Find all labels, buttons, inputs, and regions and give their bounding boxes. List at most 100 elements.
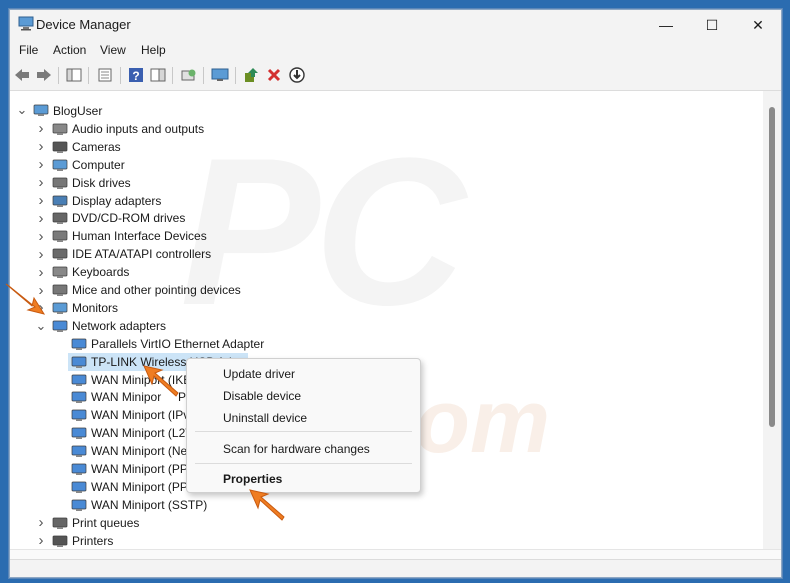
print-queue-icon (52, 517, 68, 529)
monitor-button[interactable] (211, 66, 229, 84)
menu-action[interactable]: Action (53, 43, 86, 57)
status-bar (10, 559, 781, 577)
action-pane-icon (150, 68, 166, 82)
network-adapter-icon (71, 481, 87, 493)
close-button[interactable]: ✕ (735, 10, 781, 40)
update-driver-button[interactable] (242, 66, 260, 84)
category-chevron[interactable]: › (36, 156, 46, 174)
forward-button[interactable] (35, 66, 53, 84)
uninstall-icon (267, 68, 281, 82)
network-adapter-icon (71, 338, 87, 350)
menu-update-driver[interactable]: Update driver (223, 367, 295, 381)
network-adapter-icon (71, 445, 87, 458)
category-chevron[interactable]: › (36, 227, 46, 245)
network-adapter-icon (52, 320, 68, 332)
menu-uninstall-device[interactable]: Uninstall device (223, 411, 307, 425)
toolbar-separator (203, 67, 204, 84)
network-adapter-item[interactable]: Parallels VirtIO Ethernet Adapter (91, 335, 264, 353)
annotation-arrow-tplink (143, 365, 179, 397)
menu-file[interactable]: File (19, 43, 38, 57)
root-collapse-chevron[interactable]: ⌄ (17, 101, 28, 119)
minimize-button[interactable]: — (643, 10, 689, 40)
network-adapter-item[interactable]: WAN Miniport (PP (91, 460, 188, 478)
properties-button[interactable] (96, 66, 114, 84)
keyboard-icon (52, 266, 68, 279)
toolbar: ? (10, 62, 781, 91)
toolbar-separator (120, 67, 121, 84)
category-print-queues[interactable]: Print queues (72, 514, 139, 532)
monitor-icon (211, 68, 229, 81)
menu-bar: File Action View Help (10, 40, 781, 62)
network-adapter-item[interactable]: WAN Miniport (Ne (91, 442, 187, 460)
network-adapter-item[interactable]: WAN Miniport (IPv (91, 406, 189, 424)
network-adapter-icon (71, 409, 87, 422)
category-chevron[interactable]: › (36, 120, 46, 138)
mouse-icon (52, 284, 68, 296)
category-cameras[interactable]: Cameras (72, 138, 121, 156)
console-tree-button[interactable] (65, 66, 83, 84)
category-computer[interactable]: Computer (72, 156, 125, 174)
back-icon (15, 69, 29, 81)
network-adapter-icon (71, 499, 87, 511)
back-button[interactable] (13, 66, 31, 84)
menu-scan-hardware-changes[interactable]: Scan for hardware changes (223, 442, 370, 456)
category-keyboards[interactable]: Keyboards (72, 263, 129, 281)
update-driver-icon (245, 68, 258, 82)
window-title: Device Manager (36, 17, 131, 32)
uninstall-button[interactable] (265, 66, 283, 84)
network-adapter-icon (71, 356, 87, 368)
category-monitors[interactable]: Monitors (72, 299, 118, 317)
network-adapter-item[interactable]: WAN Miniport (SSTP) (91, 496, 207, 514)
menu-separator (195, 463, 412, 464)
camera-icon (52, 141, 68, 153)
display-adapter-icon (52, 195, 68, 207)
annotation-arrow-network-adapters (5, 283, 46, 315)
maximize-button[interactable]: ☐ (689, 10, 735, 40)
vertical-scrollbar[interactable] (763, 91, 781, 549)
network-adapter-icon (71, 427, 87, 440)
category-dvd-cd-rom-drives[interactable]: DVD/CD-ROM drives (72, 209, 185, 227)
network-adapter-item[interactable]: WAN Miniport (L2T (91, 424, 193, 442)
disk-drive-icon (52, 177, 68, 189)
category-audio-inputs-and-outputs[interactable]: Audio inputs and outputs (72, 120, 204, 138)
toolbar-separator (88, 67, 89, 84)
action-pane-button[interactable] (149, 66, 167, 84)
maximize-icon: ☐ (705, 16, 719, 33)
category-chevron[interactable]: › (36, 532, 46, 549)
menu-view[interactable]: View (100, 43, 126, 57)
hid-icon (52, 230, 68, 243)
properties-icon (98, 68, 112, 82)
computer-icon (52, 159, 68, 171)
category-chevron[interactable]: › (36, 514, 46, 532)
tree-root-bloguser[interactable]: BlogUser (53, 102, 102, 120)
category-chevron[interactable]: › (36, 192, 46, 210)
category-chevron[interactable]: › (36, 263, 46, 281)
download-button[interactable] (288, 66, 306, 84)
network-adapter-icon (71, 392, 87, 404)
category-display-adapters[interactable]: Display adapters (72, 192, 161, 210)
category-chevron[interactable]: › (36, 209, 46, 227)
category-disk-drives[interactable]: Disk drives (72, 174, 131, 192)
category-ide-ata-atapi-controllers[interactable]: IDE ATA/ATAPI controllers (72, 245, 211, 263)
category-human-interface-devices[interactable]: Human Interface Devices (72, 227, 207, 245)
toolbar-separator (235, 67, 236, 84)
close-icon: ✕ (752, 16, 764, 33)
network-adapter-item[interactable]: WAN Miniport (PP (91, 478, 188, 496)
scan-hardware-button[interactable] (180, 66, 198, 84)
category-network-adapters[interactable]: Network adapters (72, 317, 166, 335)
menu-disable-device[interactable]: Disable device (223, 389, 301, 403)
toolbar-separator (172, 67, 173, 84)
help-button[interactable]: ? (127, 66, 145, 84)
category-printers[interactable]: Printers (72, 532, 113, 549)
category-chevron[interactable]: › (36, 138, 46, 156)
speaker-icon (52, 123, 68, 135)
category-chevron[interactable]: › (36, 174, 46, 192)
device-manager-app-icon (18, 16, 34, 31)
category-chevron[interactable]: › (36, 245, 46, 263)
monitor-icon (52, 302, 68, 314)
scrollbar-thumb[interactable] (769, 107, 775, 427)
menu-help[interactable]: Help (141, 43, 166, 57)
context-menu: Update driver Disable device Uninstall d… (186, 358, 421, 493)
category-mice-and-other-pointing-devices[interactable]: Mice and other pointing devices (72, 281, 241, 299)
network-adapter-icon (71, 374, 87, 386)
